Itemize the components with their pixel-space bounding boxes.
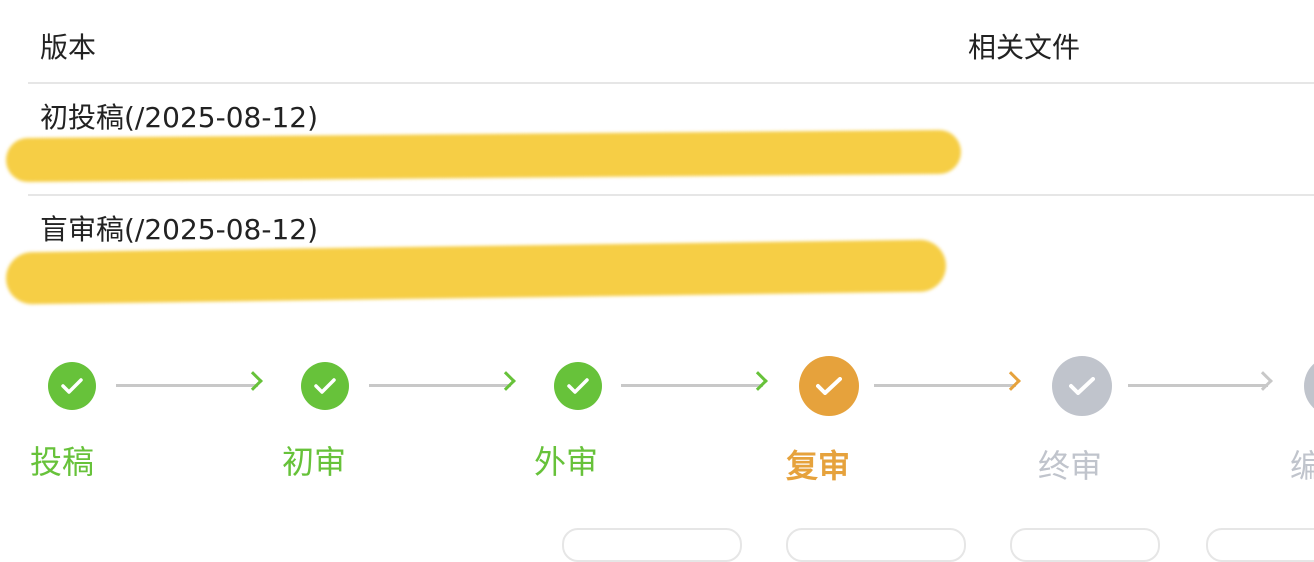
action-button[interactable] bbox=[562, 528, 742, 562]
action-button[interactable] bbox=[1206, 528, 1314, 562]
step-connector bbox=[1128, 371, 1273, 391]
check-icon bbox=[1052, 356, 1112, 416]
step-submission: 投稿 bbox=[30, 340, 230, 500]
version-link[interactable]: 盲审稿(/2025-08-12) bbox=[40, 210, 318, 250]
action-button[interactable] bbox=[1010, 528, 1160, 562]
table-row: 盲审稿(/2025-08-12) bbox=[5, 196, 1314, 326]
chevron-right-icon bbox=[496, 371, 516, 391]
chevron-right-icon bbox=[748, 371, 768, 391]
step-external-review: 外审 bbox=[534, 340, 734, 500]
chevron-right-icon bbox=[1001, 371, 1021, 391]
step-label: 复审 bbox=[786, 447, 851, 485]
check-icon bbox=[48, 362, 96, 410]
step-initial-review: 初审 bbox=[282, 340, 482, 500]
table-header: 版本 相关文件 bbox=[28, 0, 1314, 84]
step-label: 初审 bbox=[282, 443, 347, 481]
step-connector bbox=[874, 371, 1021, 391]
review-progress-steps: 投稿 初审 外审 复审 终审 编 bbox=[0, 340, 1314, 500]
chevron-right-icon bbox=[1253, 371, 1273, 391]
check-icon bbox=[301, 362, 349, 410]
step-label: 投稿 bbox=[30, 443, 95, 481]
redaction-mark bbox=[5, 129, 962, 183]
check-icon bbox=[799, 356, 859, 416]
step-editing: 编 bbox=[1290, 340, 1314, 500]
step-second-review: 复审 bbox=[786, 340, 986, 500]
step-label: 外审 bbox=[534, 443, 599, 481]
step-connector bbox=[369, 371, 516, 391]
action-button[interactable] bbox=[786, 528, 966, 562]
step-final-review: 终审 bbox=[1038, 340, 1238, 500]
version-link[interactable]: 初投稿(/2025-08-12) bbox=[40, 98, 318, 138]
step-connector bbox=[621, 371, 768, 391]
step-label: 终审 bbox=[1038, 447, 1103, 485]
table-row: 初投稿(/2025-08-12) bbox=[5, 84, 1314, 196]
check-icon bbox=[554, 362, 602, 410]
column-header-files: 相关文件 bbox=[968, 31, 1081, 64]
check-icon bbox=[1304, 356, 1314, 416]
step-connector bbox=[116, 371, 263, 391]
column-header-version: 版本 bbox=[40, 31, 97, 64]
chevron-right-icon bbox=[243, 371, 263, 391]
step-label: 编 bbox=[1290, 447, 1314, 485]
